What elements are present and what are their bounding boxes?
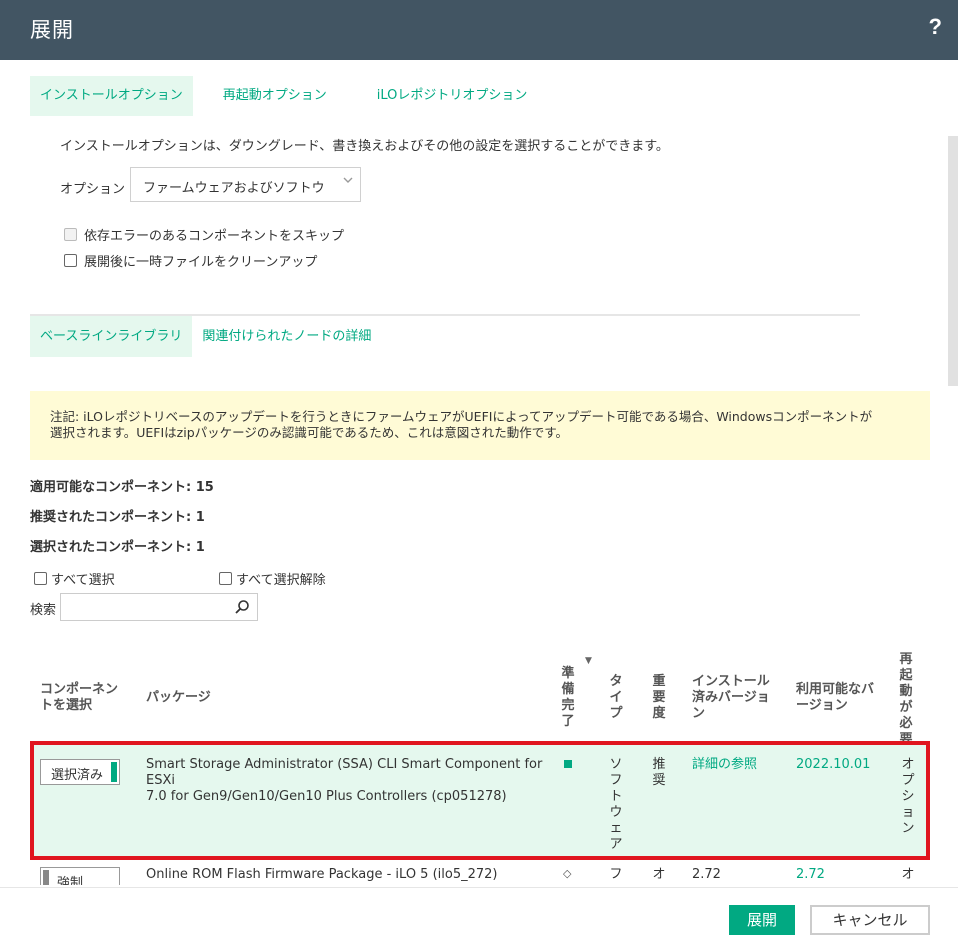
applicable-components-count: 適用可能なコンポーネント: 15 <box>30 480 214 495</box>
package-name: Online ROM Flash Firmware Package - iLO … <box>146 867 498 882</box>
skip-dependency-errors-option[interactable]: 依存エラーのあるコンポーネントをスキップ <box>64 225 344 244</box>
select-all-checkbox[interactable] <box>34 572 47 585</box>
cancel-button[interactable]: キャンセル <box>810 905 930 935</box>
header-installed-version-line2: 済みバージョ <box>692 690 770 705</box>
search-label: 検索 <box>30 603 57 618</box>
uefi-note-line1: 注記: iLOレポジトリベースのアップデートを行うときにファームウェアがUEFI… <box>50 409 873 424</box>
header-type[interactable]: タイプ <box>609 674 623 722</box>
dialog-title: 展開 <box>30 18 74 42</box>
sort-descending-icon[interactable]: ▼ <box>585 656 592 666</box>
header-select-component-line2: トを選択 <box>40 698 93 713</box>
ready-status-icon <box>564 760 572 768</box>
search-icon[interactable] <box>234 599 250 615</box>
cleanup-temp-files-option[interactable]: 展開後に一時ファイルをクリーンアップ <box>64 251 317 270</box>
tab-ilo-repository-options[interactable]: iLOレポジトリオプション <box>367 76 538 116</box>
skip-dependency-errors-label: 依存エラーのあるコンポーネントをスキップ <box>84 229 345 244</box>
importance-cell: 推奨 <box>652 757 666 788</box>
header-available-version-line2: ージョン <box>796 698 848 713</box>
table-row[interactable]: 選択済み Smart Storage Administrator (SSA) C… <box>30 741 930 860</box>
force-indicator <box>43 870 49 885</box>
header-select-component: コンポーネン トを選択 <box>40 682 118 714</box>
tab-associated-node-details[interactable]: 関連付けられたノードの詳細 <box>192 316 381 357</box>
selected-toggle-label: 選択済み <box>51 768 104 783</box>
package-name-line2: 7.0 for Gen9/Gen10/Gen10 Plus Controller… <box>146 789 507 804</box>
header-installed-version[interactable]: インストール 済みバージョ ン <box>692 674 770 722</box>
help-icon[interactable]: ? <box>929 14 942 40</box>
not-ready-icon: ◇ <box>563 867 572 880</box>
scrollbar[interactable] <box>948 136 958 386</box>
header-available-version[interactable]: 利用可能なバ ージョン <box>796 682 874 714</box>
uefi-note-line2: 選択されます。UEFIはzipパッケージのみ認識可能であるため、これは意図された… <box>50 425 569 440</box>
package-name: Smart Storage Administrator (SSA) CLI Sm… <box>146 757 546 805</box>
importance-cell: オ <box>652 867 666 882</box>
dialog-header: 展開 ? <box>0 0 958 60</box>
deselect-all-checkbox[interactable] <box>219 572 232 585</box>
install-options-description: インストールオプションは、ダウングレード、書き換えおよびその他の設定を選択するこ… <box>60 139 669 154</box>
header-package[interactable]: パッケージ <box>146 690 211 706</box>
type-cell: フ <box>609 867 623 882</box>
installed-version-cell: 2.72 <box>692 867 721 882</box>
recommended-components-count: 推奨されたコンポーネント: 1 <box>30 510 205 525</box>
option-select-value: ファームウェアおよびソフトウ <box>143 181 325 196</box>
header-ready[interactable]: 準備完了 <box>561 666 575 730</box>
selected-indicator <box>111 762 117 782</box>
available-version-cell: 2.72 <box>796 867 825 882</box>
header-available-version-line1: 利用可能なバ <box>796 682 875 697</box>
force-toggle-button[interactable]: 強制 <box>40 867 120 885</box>
baseline-tabs: ベースラインライブラリ 関連付けられたノードの詳細 <box>30 316 381 357</box>
package-name-line1: Smart Storage Administrator (SSA) CLI Sm… <box>146 757 543 788</box>
skip-dependency-errors-checkbox[interactable] <box>64 228 77 241</box>
deselect-all-option[interactable]: すべて選択解除 <box>219 569 326 588</box>
select-all-label: すべて選択 <box>51 573 115 588</box>
install-tabs: インストールオプション 再起動オプション iLOレポジトリオプション <box>30 76 537 116</box>
uefi-note: 注記: iLOレポジトリベースのアップデートを行うときにファームウェアがUEFI… <box>30 391 930 460</box>
tab-install-options[interactable]: インストールオプション <box>30 76 193 116</box>
installed-version-details-link[interactable]: 詳細の参照 <box>692 757 757 773</box>
option-label: オプション <box>60 182 126 197</box>
force-toggle-label: 強制 <box>57 876 84 885</box>
reboot-required-cell: オ <box>901 867 915 882</box>
available-version-cell: 2022.10.01 <box>796 757 871 772</box>
selected-components-count: 選択されたコンポーネント: 1 <box>30 540 205 555</box>
selected-toggle-button[interactable]: 選択済み <box>40 759 120 785</box>
deselect-all-label: すべて選択解除 <box>236 573 326 588</box>
cleanup-temp-files-label: 展開後に一時ファイルをクリーンアップ <box>84 255 318 270</box>
option-select[interactable]: ファームウェアおよびソフトウ <box>130 167 361 202</box>
type-cell: ソフトウェア <box>609 757 623 852</box>
header-select-component-line1: コンポーネン <box>40 682 119 697</box>
header-installed-version-line3: ン <box>692 706 706 721</box>
table-row[interactable]: 強制 Online ROM Flash Firmware Package - i… <box>30 863 930 885</box>
tab-reboot-options[interactable]: 再起動オプション <box>213 76 337 116</box>
cleanup-temp-files-checkbox[interactable] <box>64 254 77 267</box>
tab-baseline-library[interactable]: ベースラインライブラリ <box>30 316 193 357</box>
select-all-option[interactable]: すべて選択 <box>34 569 115 588</box>
reboot-required-cell: オプション <box>901 757 915 836</box>
header-reboot-required[interactable]: 再起動が必要 <box>899 652 913 748</box>
header-installed-version-line1: インストール <box>692 674 770 689</box>
search-input[interactable] <box>60 593 258 621</box>
header-importance[interactable]: 重要度 <box>652 674 666 722</box>
deploy-button[interactable]: 展開 <box>729 905 795 935</box>
chevron-down-icon <box>342 174 354 190</box>
